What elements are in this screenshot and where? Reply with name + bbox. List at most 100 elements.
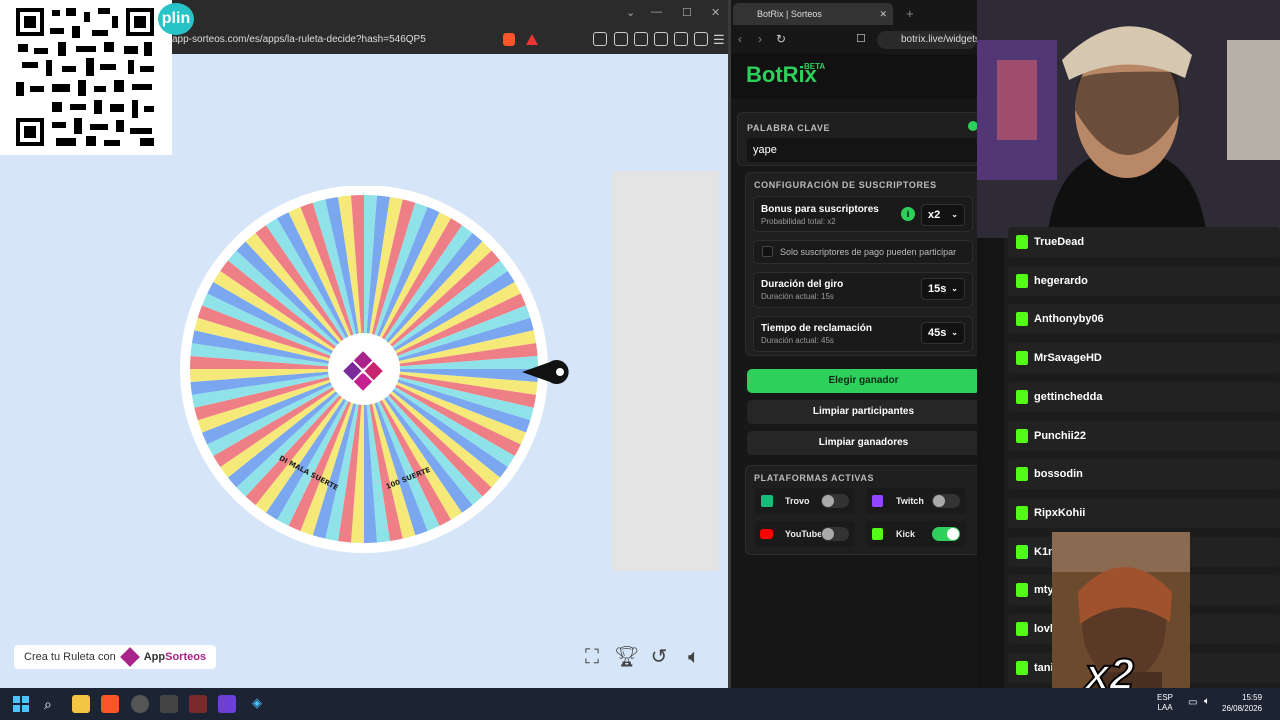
- chevron-down-icon: ⌄: [951, 328, 958, 337]
- svg-text:✶: ✶: [358, 365, 367, 378]
- keyword-input[interactable]: yape: [747, 138, 987, 162]
- url-text: app-sorteos.com/es/apps/la-ruleta-decide…: [172, 34, 426, 45]
- botrix-address-bar[interactable]: botrix.live/widgets: [877, 31, 977, 49]
- spin-select[interactable]: 15s ⌄: [921, 278, 965, 300]
- platform-kick: Kick: [866, 521, 966, 547]
- volume-tray-icon[interactable]: 🔈︎: [1204, 696, 1210, 707]
- bonus-title: Bonus para suscriptores: [761, 204, 879, 215]
- side-placeholder-panel: [612, 171, 719, 571]
- platform-twitch: Twitch: [866, 488, 966, 514]
- windows-start-icon[interactable]: [13, 696, 29, 712]
- chat-username: RipxKohii: [1034, 506, 1086, 519]
- qr-code: [0, 0, 172, 155]
- clear-participants-button[interactable]: Limpiar participantes: [747, 400, 980, 424]
- bonus-value: x2: [928, 209, 941, 221]
- tab-list-icon[interactable]: ⌄: [626, 6, 635, 19]
- extensions-icon[interactable]: [593, 32, 607, 46]
- vpn-icon[interactable]: [694, 32, 708, 46]
- chat-user-row[interactable]: gettinchedda: [1008, 381, 1280, 412]
- keyword-label: PALABRA CLAVE: [747, 123, 831, 133]
- chevron-down-icon: ⌄: [951, 210, 958, 219]
- wallet-icon[interactable]: [654, 32, 668, 46]
- twitch-label: Twitch: [896, 496, 924, 506]
- info-icon[interactable]: i: [901, 207, 915, 221]
- chat-user-row[interactable]: RipxKohii: [1008, 497, 1280, 528]
- chevron-down-icon: ⌄: [951, 284, 958, 293]
- spin-title: Duración del giro: [761, 279, 844, 290]
- network-icon[interactable]: ▭: [1188, 697, 1197, 708]
- brave-icon[interactable]: [101, 695, 119, 713]
- undo-icon[interactable]: ↺: [648, 646, 670, 668]
- chat-user-row[interactable]: hegerardo: [1008, 265, 1280, 296]
- sub-config-title: CONFIGURACIÓN DE SUSCRIPTORES: [754, 180, 937, 190]
- file-explorer-icon[interactable]: [72, 695, 90, 713]
- brand-app: App: [143, 651, 166, 663]
- media-icon[interactable]: [614, 32, 628, 46]
- volume-icon[interactable]: 🔈︎: [683, 646, 705, 668]
- chat-username: TrueDead: [1034, 236, 1085, 248]
- tab-botrix[interactable]: BotRix | Sorteos ✕: [733, 3, 893, 25]
- youtube-icon: [760, 529, 773, 539]
- minimize-button[interactable]: —: [651, 6, 662, 18]
- forward-icon[interactable]: ›: [758, 32, 762, 46]
- chat-user-row[interactable]: bossodin: [1008, 459, 1280, 490]
- chat-user-row[interactable]: Punchii22: [1008, 420, 1280, 451]
- claim-sub: Duración actual: 45s: [761, 336, 834, 345]
- chat-username: hegerardo: [1034, 274, 1088, 287]
- brave-rewards-icon[interactable]: [526, 34, 538, 45]
- chat-username: gettinchedda: [1034, 390, 1103, 403]
- twitch-toggle[interactable]: [932, 494, 960, 508]
- chat-user-row[interactable]: TrueDead: [1008, 227, 1280, 257]
- kick-icon: [1016, 235, 1028, 249]
- clear-winners-button[interactable]: Limpiar ganadores: [747, 431, 980, 455]
- app-icon-1[interactable]: [160, 695, 178, 713]
- wheel-pointer: [522, 358, 574, 386]
- back-icon[interactable]: ‹: [738, 32, 742, 46]
- reload-icon[interactable]: ↻: [776, 32, 786, 46]
- claim-select[interactable]: 45s ⌄: [921, 322, 965, 344]
- language-indicator[interactable]: ESP LAA: [1157, 693, 1173, 713]
- app-icon-3[interactable]: [218, 695, 236, 713]
- new-tab-icon[interactable]: +: [906, 6, 914, 21]
- chat-username: MrSavageHD: [1034, 352, 1102, 365]
- brave-shield-icon[interactable]: [503, 33, 515, 46]
- kick-label: Kick: [896, 529, 916, 539]
- app-icon-4[interactable]: ◈: [248, 695, 266, 713]
- bookmark-icon[interactable]: ☐: [856, 32, 866, 45]
- chat-username: Anthonyby06: [1034, 313, 1104, 326]
- sidebar-icon[interactable]: [634, 32, 648, 46]
- lang-secondary: LAA: [1157, 703, 1173, 712]
- tab-close-icon[interactable]: ✕: [879, 3, 887, 25]
- youtube-label: YouTube: [785, 529, 823, 539]
- webcam-overlay: [977, 0, 1280, 238]
- close-button[interactable]: ✕: [711, 6, 720, 19]
- bonus-select[interactable]: x2 ⌄: [921, 204, 965, 226]
- credit-badge[interactable]: Crea tu Ruleta con App Sorteos: [14, 645, 217, 669]
- claim-title: Tiempo de reclamación: [761, 323, 872, 334]
- clock[interactable]: 15:59 26/08/2026: [1222, 692, 1262, 714]
- trovo-label: Trovo: [785, 496, 810, 506]
- appsorteos-logo-icon: ✶: [343, 351, 383, 391]
- youtube-toggle[interactable]: [821, 527, 849, 541]
- kick-icon: [1016, 467, 1028, 482]
- chat-username: Punchii22: [1034, 429, 1086, 442]
- kick-icon: [1016, 428, 1028, 443]
- paid-only-checkbox[interactable]: [762, 246, 773, 257]
- kick-icon: [1016, 505, 1028, 520]
- clock-date: 26/08/2026: [1222, 704, 1263, 713]
- maximize-button[interactable]: ☐: [682, 6, 692, 19]
- chat-username: bossodin: [1034, 468, 1083, 481]
- chat-user-row[interactable]: Anthonyby06: [1008, 304, 1280, 335]
- fullscreen-icon[interactable]: ⛶: [581, 646, 603, 668]
- pick-winner-button[interactable]: Elegir ganador: [747, 369, 980, 393]
- menu-icon[interactable]: ☰: [713, 32, 725, 48]
- app-icon-2[interactable]: [189, 695, 207, 713]
- platforms-title: PLATAFORMAS ACTIVAS: [754, 473, 875, 483]
- leo-icon[interactable]: [674, 32, 688, 46]
- obs-icon[interactable]: [131, 695, 149, 713]
- trophy-icon[interactable]: 🏆︎: [614, 646, 639, 668]
- kick-toggle[interactable]: [932, 527, 960, 541]
- chat-user-row[interactable]: MrSavageHD: [1008, 343, 1280, 374]
- search-icon[interactable]: ⌕: [44, 696, 52, 713]
- trovo-toggle[interactable]: [821, 494, 849, 508]
